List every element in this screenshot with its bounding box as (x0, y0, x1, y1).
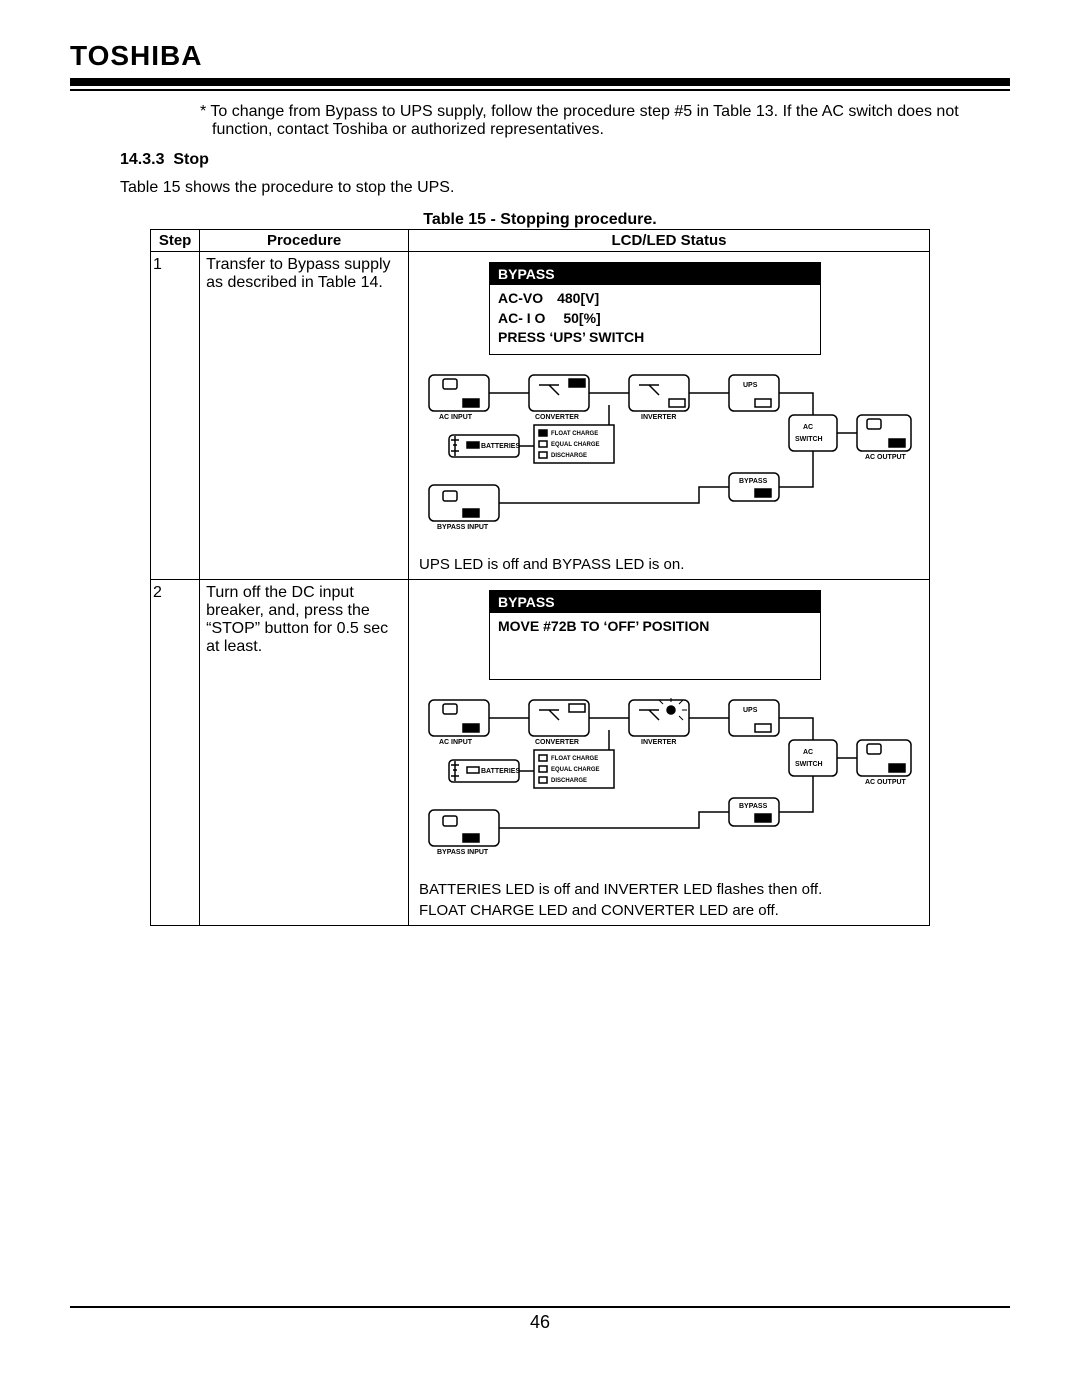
diagram-label-ac-switch-2: SWITCH (795, 761, 823, 768)
diagram-label-ups: UPS (743, 382, 758, 389)
table-row: 2 Turn off the DC input breaker, and, pr… (151, 579, 930, 925)
intro-text: Table 15 shows the procedure to stop the… (120, 179, 1010, 197)
lcd-panel: BYPASS MOVE #72B TO ‘OFF’ POSITION (489, 590, 821, 680)
diagram-label-batteries: BATTERIES (481, 768, 520, 775)
section-heading: 14.3.3 Stop (120, 151, 1010, 169)
lcd-line: MOVE #72B TO ‘OFF’ POSITION (498, 617, 812, 637)
diagram-label-ac-output: AC OUTPUT (865, 779, 907, 786)
diagram-label-ac-output: AC OUTPUT (865, 454, 907, 461)
col-step: Step (151, 230, 200, 252)
status-note: UPS LED is off and BYPASS LED is on. (419, 556, 919, 573)
note-text: * To change from Bypass to UPS supply, f… (200, 103, 1000, 139)
diagram-label-ac-switch-1: AC (803, 749, 813, 756)
step-cell: 2 (151, 579, 200, 925)
status-cell: BYPASS AC-VO 480[V] AC- I O 50[%] PRESS … (409, 252, 930, 580)
diagram-label-discharge: DISCHARGE (551, 778, 587, 784)
diagram-label-bypass-input: BYPASS INPUT (437, 524, 489, 531)
diagram-label-ac-input: AC INPUT (439, 414, 473, 421)
lcd-header: BYPASS (490, 263, 820, 285)
status-note: FLOAT CHARGE LED and CONVERTER LED are o… (419, 902, 919, 919)
page-number: 46 (70, 1312, 1010, 1333)
lcd-body: MOVE #72B TO ‘OFF’ POSITION (490, 613, 820, 679)
procedure-cell: Transfer to Bypass supply as described i… (200, 252, 409, 580)
lcd-line: AC-VO 480[V] (498, 289, 812, 309)
diagram-label-inverter: INVERTER (641, 414, 676, 421)
diagram-label-discharge: DISCHARGE (551, 453, 587, 459)
status-diagram: AC INPUT CONVERTER INVERTER UPS AC SWITC… (419, 365, 919, 550)
lcd-line: PRESS ‘UPS’ SWITCH (498, 328, 812, 348)
footer-rule (70, 1306, 1010, 1308)
diagram-label-ac-switch-2: SWITCH (795, 436, 823, 443)
brand-logo: TOSHIBA (70, 40, 1010, 72)
lcd-header: BYPASS (490, 591, 820, 613)
step-cell: 1 (151, 252, 200, 580)
diagram-label-equal-charge: EQUAL CHARGE (551, 442, 600, 448)
status-diagram: AC INPUT CONVERTER INVERTER UPS AC SWITC… (419, 690, 919, 875)
col-status: LCD/LED Status (409, 230, 930, 252)
diagram-label-bypass-input: BYPASS INPUT (437, 849, 489, 856)
diagram-label-float-charge: FLOAT CHARGE (551, 431, 598, 437)
diagram-label-ac-switch-1: AC (803, 424, 813, 431)
brand-rule (70, 78, 1010, 91)
diagram-label-batteries: BATTERIES (481, 443, 520, 450)
table-row: 1 Transfer to Bypass supply as described… (151, 252, 930, 580)
diagram-label-inverter: INVERTER (641, 739, 676, 746)
diagram-label-ups: UPS (743, 707, 758, 714)
diagram-label-bypass: BYPASS (739, 803, 768, 810)
diagram-label-converter: CONVERTER (535, 739, 579, 746)
lcd-panel: BYPASS AC-VO 480[V] AC- I O 50[%] PRESS … (489, 262, 821, 355)
diagram-label-bypass: BYPASS (739, 478, 768, 485)
status-cell: BYPASS MOVE #72B TO ‘OFF’ POSITION (409, 579, 930, 925)
table-caption: Table 15 - Stopping procedure. (70, 211, 1010, 229)
diagram-label-float-charge: FLOAT CHARGE (551, 756, 598, 762)
section-number: 14.3.3 (120, 151, 164, 168)
section-title: Stop (173, 151, 209, 168)
col-procedure: Procedure (200, 230, 409, 252)
lcd-line: AC- I O 50[%] (498, 309, 812, 329)
stopping-procedure-table: Step Procedure LCD/LED Status 1 Transfer… (150, 229, 930, 926)
diagram-label-ac-input: AC INPUT (439, 739, 473, 746)
lcd-body: AC-VO 480[V] AC- I O 50[%] PRESS ‘UPS’ S… (490, 285, 820, 354)
diagram-label-equal-charge: EQUAL CHARGE (551, 767, 600, 773)
status-note: BATTERIES LED is off and INVERTER LED fl… (419, 881, 919, 898)
diagram-label-converter: CONVERTER (535, 414, 579, 421)
procedure-cell: Turn off the DC input breaker, and, pres… (200, 579, 409, 925)
